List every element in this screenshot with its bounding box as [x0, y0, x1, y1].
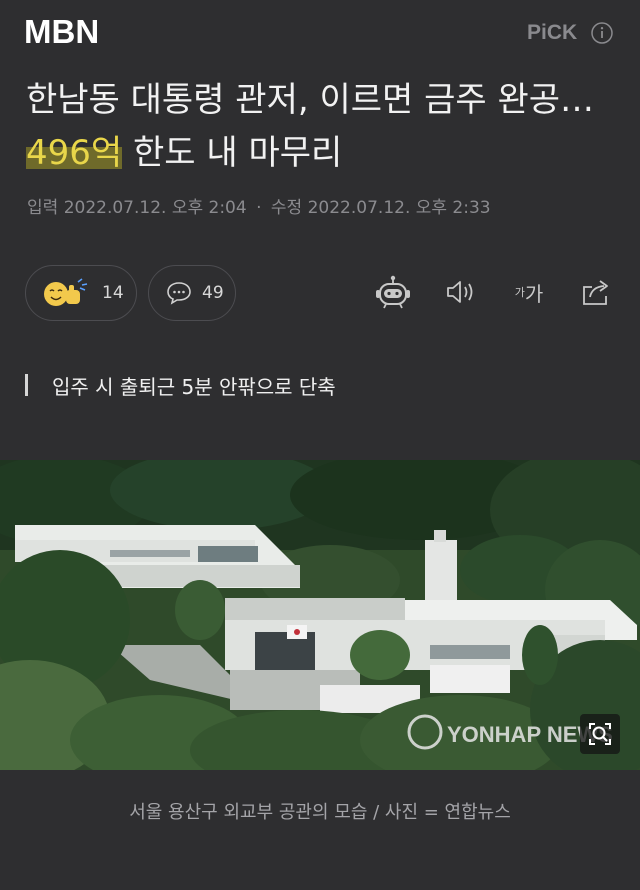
info-icon[interactable] — [591, 22, 613, 44]
comment-button[interactable]: 49 — [148, 265, 236, 321]
article-photo[interactable]: YONHAP NEWS — [0, 460, 640, 770]
zoom-button[interactable] — [580, 714, 620, 754]
residence-photo: YONHAP NEWS — [0, 460, 640, 770]
article-timestamps: 입력 2022.07.12. 오후 2:04 · 수정 2022.07.12. … — [27, 193, 491, 218]
share-icon — [583, 280, 608, 305]
summary-bot-icon — [376, 275, 410, 309]
share-button[interactable] — [578, 274, 614, 310]
headline-text-1: 한남동 대통령 관저, 이르면 금주 완공… — [26, 80, 595, 120]
mbn-logo[interactable]: MBN — [24, 13, 99, 51]
font-size-big-glyph: 가 — [524, 281, 544, 306]
subheading-text: 입주 시 출퇴근 5분 안팎으로 단축 — [52, 374, 336, 399]
published-label: 입력 — [27, 198, 59, 218]
article-headline: 한남동 대통령 관저, 이르면 금주 완공… 496억 한도 내 마무리 — [26, 74, 626, 180]
pick-label[interactable]: PiCK — [527, 21, 577, 45]
photo-caption: 서울 용산구 외교부 공관의 모습 / 사진 = 연합뉴스 — [129, 802, 511, 823]
font-size-small-glyph: 가 — [514, 286, 525, 299]
reaction-emoji-icon — [44, 278, 88, 306]
reaction-button[interactable]: 14 — [25, 265, 137, 321]
top-bar: MBN PiCK — [0, 0, 640, 70]
modified-label: 수정 — [270, 198, 303, 218]
comment-icon — [167, 282, 191, 305]
separator-dot: · — [256, 198, 262, 218]
subheading-bar — [25, 374, 28, 396]
font-size-button[interactable]: 가가 — [509, 274, 549, 310]
comment-count: 49 — [202, 283, 224, 303]
summary-bot-button[interactable] — [373, 274, 413, 310]
modified-time: 2022.07.12. 오후 2:33 — [307, 198, 491, 218]
zoom-icon — [589, 723, 611, 745]
text-to-speech-button[interactable] — [442, 274, 478, 310]
published-time: 2022.07.12. 오후 2:04 — [63, 198, 247, 218]
headline-text-2: 한도 내 마무리 — [122, 133, 343, 173]
speaker-icon — [447, 281, 473, 303]
article-subheading: 입주 시 출퇴근 5분 안팎으로 단축 — [25, 368, 336, 402]
reaction-count: 14 — [102, 283, 124, 303]
headline-highlight: 496억 — [26, 133, 123, 173]
